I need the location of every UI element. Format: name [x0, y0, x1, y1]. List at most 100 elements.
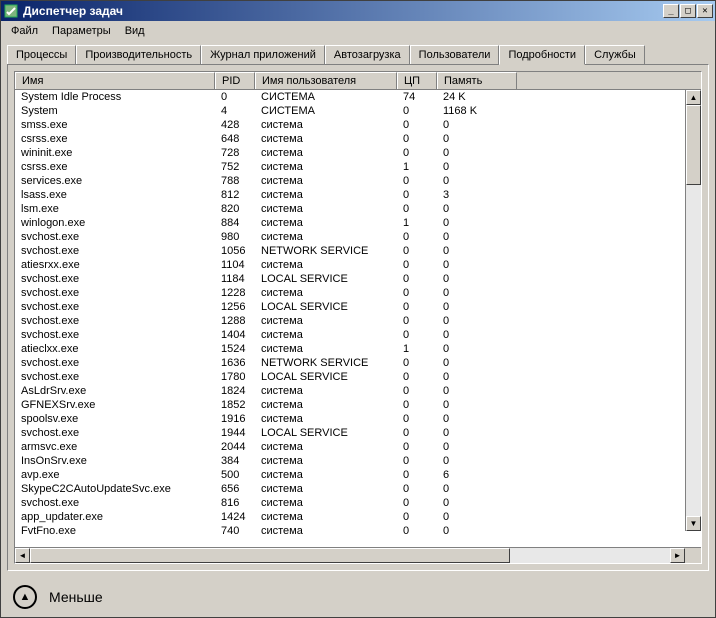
table-row[interactable]: atiesrxx.exe1104система00 — [15, 258, 701, 272]
cell-pid: 812 — [215, 188, 255, 202]
tab-users[interactable]: Пользователи — [410, 45, 500, 64]
cell-pid: 752 — [215, 160, 255, 174]
cell-name: FvtFno.exe — [15, 524, 215, 538]
cell-name: AsLdrSrv.exe — [15, 384, 215, 398]
collapse-button[interactable]: ▲ — [13, 585, 37, 609]
table-row[interactable]: AsLdrSrv.exe1824система00 — [15, 384, 701, 398]
cell-name: InsOnSrv.exe — [15, 454, 215, 468]
table-row[interactable]: lsm.exe820система00 — [15, 202, 701, 216]
col-header-user[interactable]: Имя пользователя — [255, 72, 397, 89]
menu-view[interactable]: Вид — [119, 23, 151, 39]
table-row[interactable]: svchost.exe1288система00 — [15, 314, 701, 328]
cell-cpu: 0 — [397, 496, 437, 510]
table-row[interactable]: SkypeC2CAutoUpdateSvc.exe656система00 — [15, 482, 701, 496]
table-row[interactable]: svchost.exe1636NETWORK SERVICE00 — [15, 356, 701, 370]
cell-memory: 0 — [437, 524, 517, 538]
table-row[interactable]: System Idle Process0СИСТЕМА7424 K — [15, 90, 701, 104]
cell-name: csrss.exe — [15, 132, 215, 146]
col-header-name[interactable]: Имя — [15, 72, 215, 89]
cell-memory: 0 — [437, 300, 517, 314]
table-row[interactable]: svchost.exe1944LOCAL SERVICE00 — [15, 426, 701, 440]
cell-name: csrss.exe — [15, 160, 215, 174]
titlebar[interactable]: Диспетчер задач _ □ ✕ — [1, 1, 715, 21]
cell-pid: 0 — [215, 90, 255, 104]
scroll-up-button[interactable]: ▲ — [686, 90, 701, 105]
tab-startup[interactable]: Автозагрузка — [325, 45, 410, 64]
table-row[interactable]: armsvc.exe2044система00 — [15, 440, 701, 454]
scroll-down-button[interactable]: ▼ — [686, 516, 701, 531]
cell-cpu: 0 — [397, 286, 437, 300]
table-row[interactable]: svchost.exe1184LOCAL SERVICE00 — [15, 272, 701, 286]
tab-processes[interactable]: Процессы — [7, 45, 76, 64]
less-label[interactable]: Меньше — [49, 589, 103, 605]
close-button[interactable]: ✕ — [697, 4, 713, 18]
tab-details[interactable]: Подробности — [499, 45, 585, 65]
table-row[interactable]: wininit.exe728система00 — [15, 146, 701, 160]
table-row[interactable]: spoolsv.exe1916система00 — [15, 412, 701, 426]
cell-pid: 980 — [215, 230, 255, 244]
col-header-cpu[interactable]: ЦП — [397, 72, 437, 89]
maximize-button[interactable]: □ — [680, 4, 696, 18]
table-row[interactable]: svchost.exe1404система00 — [15, 328, 701, 342]
list-body[interactable]: System Idle Process0СИСТЕМА7424 KSystem4… — [15, 90, 701, 547]
cell-name: svchost.exe — [15, 272, 215, 286]
cell-cpu: 1 — [397, 216, 437, 230]
minimize-button[interactable]: _ — [663, 4, 679, 18]
table-row[interactable]: winlogon.exe884система10 — [15, 216, 701, 230]
column-headers: Имя PID Имя пользователя ЦП Память — [15, 72, 701, 90]
col-header-pid[interactable]: PID — [215, 72, 255, 89]
table-row[interactable]: svchost.exe1056NETWORK SERVICE00 — [15, 244, 701, 258]
h-scroll-thumb[interactable] — [30, 548, 510, 563]
table-row[interactable]: svchost.exe816система00 — [15, 496, 701, 510]
table-row[interactable]: csrss.exe752система10 — [15, 160, 701, 174]
tab-performance[interactable]: Производительность — [76, 45, 201, 64]
cell-user: система — [255, 384, 397, 398]
cell-name: lsass.exe — [15, 188, 215, 202]
table-row[interactable]: System4СИСТЕМА01168 K — [15, 104, 701, 118]
table-row[interactable]: svchost.exe980система00 — [15, 230, 701, 244]
cell-name: svchost.exe — [15, 230, 215, 244]
h-scroll-track[interactable] — [30, 548, 670, 563]
table-row[interactable]: smss.exe428система00 — [15, 118, 701, 132]
cell-user: система — [255, 286, 397, 300]
vertical-scrollbar[interactable]: ▲ ▼ — [685, 90, 701, 531]
cell-memory: 0 — [437, 510, 517, 524]
cell-user: система — [255, 258, 397, 272]
table-row[interactable]: InsOnSrv.exe384система00 — [15, 454, 701, 468]
cell-user: LOCAL SERVICE — [255, 426, 397, 440]
table-row[interactable]: FvtFno.exe740система00 — [15, 524, 701, 538]
menu-file[interactable]: Файл — [5, 23, 44, 39]
table-row[interactable]: csrss.exe648система00 — [15, 132, 701, 146]
scroll-left-button[interactable]: ◄ — [15, 548, 30, 563]
table-row[interactable]: svchost.exe1256LOCAL SERVICE00 — [15, 300, 701, 314]
horizontal-scrollbar[interactable]: ◄ ► — [15, 547, 701, 563]
cell-pid: 820 — [215, 202, 255, 216]
tab-services[interactable]: Службы — [585, 45, 645, 64]
table-row[interactable]: lsass.exe812система03 — [15, 188, 701, 202]
table-row[interactable]: svchost.exe1780LOCAL SERVICE00 — [15, 370, 701, 384]
table-row[interactable]: avp.exe500система06 — [15, 468, 701, 482]
task-manager-window: Диспетчер задач _ □ ✕ Файл Параметры Вид… — [0, 0, 716, 618]
table-row[interactable]: app_updater.exe1424система00 — [15, 510, 701, 524]
cell-cpu: 0 — [397, 314, 437, 328]
window-title: Диспетчер задач — [23, 4, 663, 18]
cell-name: svchost.exe — [15, 426, 215, 440]
col-header-memory[interactable]: Память — [437, 72, 517, 89]
cell-user: система — [255, 510, 397, 524]
v-scroll-track[interactable] — [686, 105, 701, 516]
scroll-right-button[interactable]: ► — [670, 548, 685, 563]
cell-user: система — [255, 146, 397, 160]
cell-user: LOCAL SERVICE — [255, 300, 397, 314]
table-row[interactable]: GFNEXSrv.exe1852система00 — [15, 398, 701, 412]
cell-cpu: 0 — [397, 468, 437, 482]
cell-memory: 0 — [437, 286, 517, 300]
table-row[interactable]: svchost.exe1228система00 — [15, 286, 701, 300]
table-row[interactable]: services.exe788система00 — [15, 174, 701, 188]
table-row[interactable]: atieclxx.exe1524система10 — [15, 342, 701, 356]
v-scroll-thumb[interactable] — [686, 105, 701, 185]
menu-options[interactable]: Параметры — [46, 23, 117, 39]
cell-user: система — [255, 202, 397, 216]
cell-memory: 0 — [437, 412, 517, 426]
tab-app-history[interactable]: Журнал приложений — [201, 45, 325, 64]
cell-pid: 648 — [215, 132, 255, 146]
